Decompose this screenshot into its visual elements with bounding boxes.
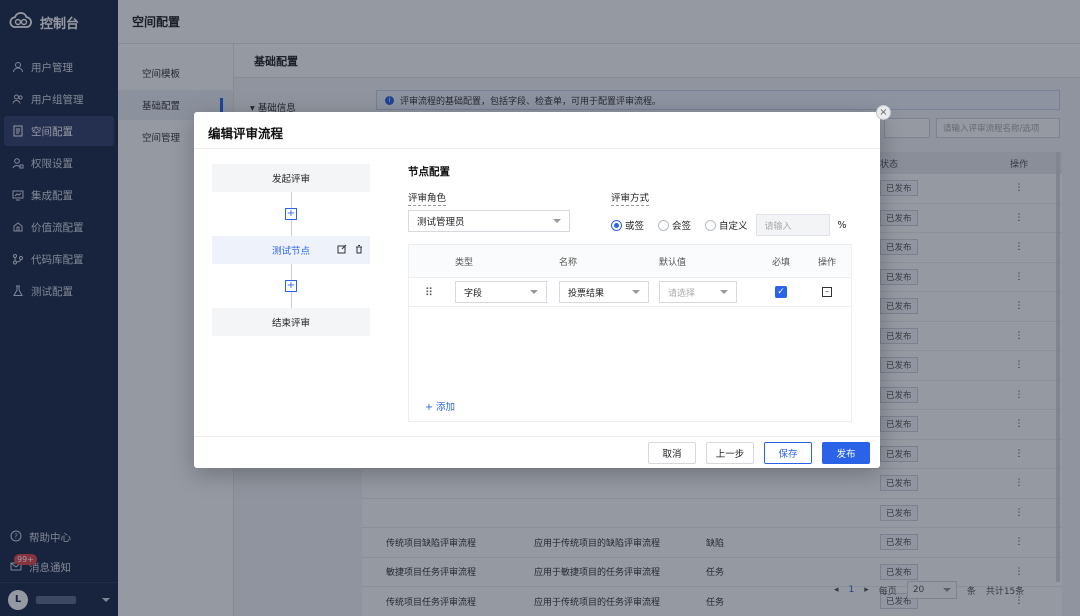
radio-label: 或签 <box>625 221 645 232</box>
flow-node-label: 测试节点 <box>271 246 310 257</box>
role-label: 评审角色 <box>408 193 447 206</box>
type-select[interactable]: 字段 <box>455 281 547 303</box>
publish-button[interactable]: 发布 <box>822 442 870 464</box>
gh-type: 类型 <box>455 257 474 268</box>
radio-label: 自定义 <box>719 221 748 232</box>
method-label: 评审方式 <box>611 193 650 206</box>
flow-node-label: 发起评审 <box>271 174 310 185</box>
close-icon[interactable]: × <box>876 105 891 120</box>
g-op-cell: – <box>803 287 851 297</box>
add-field-link[interactable]: + 添加 <box>425 399 455 413</box>
grid-row: ⠿ 字段 投票结果 请选择 ✓ – <box>409 277 851 307</box>
g-default-cell: 请选择 <box>659 281 759 303</box>
role-select[interactable]: 测试管理员 <box>408 210 570 232</box>
flow-connector: + <box>212 192 370 236</box>
flow-node-end[interactable]: 结束评审 <box>212 308 370 336</box>
cancel-button[interactable]: 取消 <box>648 442 696 464</box>
caret-down-icon <box>632 290 640 294</box>
required-checkbox[interactable]: ✓ <box>775 286 787 298</box>
flow-node-start[interactable]: 发起评审 <box>212 164 370 192</box>
gh-name: 名称 <box>559 257 578 268</box>
footer-divider <box>194 436 880 437</box>
field-grid: 类型 名称 默认值 必填 操作 ⠿ 字段 投票结果 请选择 ✓ – + 添加 <box>408 244 852 422</box>
type-value: 字段 <box>464 288 483 299</box>
previous-step-button[interactable]: 上一步 <box>706 442 754 464</box>
add-node-plus-icon[interactable]: + <box>285 208 297 220</box>
node-actions <box>337 244 364 257</box>
flow-editor: 发起评审 + 测试节点 + 结束评审 <box>212 164 370 336</box>
name-value: 投票结果 <box>568 288 605 299</box>
radio-off-icon <box>705 219 717 231</box>
add-node-plus-icon[interactable]: + <box>285 280 297 292</box>
gh-default: 默认值 <box>659 257 687 268</box>
g-type-cell: 字段 <box>455 281 559 303</box>
caret-down-icon <box>553 219 561 223</box>
caret-down-icon <box>720 290 728 294</box>
trash-icon[interactable] <box>354 244 364 257</box>
g-name-cell: 投票结果 <box>559 281 659 303</box>
modal-title: 编辑评审流程 <box>208 126 284 141</box>
radio-or-sign[interactable]: 或签 <box>611 218 644 232</box>
flow-node-label: 结束评审 <box>271 318 310 329</box>
g-req-cell: ✓ <box>759 286 803 298</box>
radio-co-sign[interactable]: 会签 <box>658 218 691 232</box>
modal-divider <box>194 148 880 149</box>
radio-on-icon <box>611 219 622 231</box>
node-config-panel: 节点配置 评审角色 测试管理员 评审方式 或签 会签 自定义 请输入 % 类型 … <box>408 164 852 422</box>
grid-header: 类型 名称 默认值 必填 操作 <box>409 245 851 277</box>
method-radio-group: 或签 会签 自定义 请输入 % <box>611 214 847 236</box>
save-button[interactable]: 保存 <box>764 442 812 464</box>
radio-off-icon <box>658 219 670 231</box>
default-select[interactable]: 请选择 <box>659 281 737 303</box>
drag-handle-icon[interactable]: ⠿ <box>409 286 455 299</box>
gh-op: 操作 <box>817 257 836 268</box>
name-select[interactable]: 投票结果 <box>559 281 649 303</box>
flow-connector: + <box>212 264 370 308</box>
edit-review-flow-modal: 编辑评审流程 发起评审 + 测试节点 + 结束评审 节点配置 评审角色 测试管理… <box>194 112 880 468</box>
gh-required: 必填 <box>771 257 790 268</box>
radio-custom[interactable]: 自定义 <box>705 218 748 232</box>
edit-icon[interactable] <box>337 244 347 257</box>
percent-sign: % <box>837 219 847 231</box>
caret-down-icon <box>530 290 538 294</box>
flow-node-test[interactable]: 测试节点 <box>212 236 370 264</box>
custom-placeholder: 请输入 <box>764 221 792 232</box>
custom-percent-input[interactable]: 请输入 <box>755 214 830 236</box>
radio-label: 会签 <box>672 221 692 232</box>
node-config-title: 节点配置 <box>408 166 450 178</box>
remove-row-icon[interactable]: – <box>822 287 832 297</box>
role-value: 测试管理员 <box>417 217 465 228</box>
default-placeholder: 请选择 <box>668 288 696 299</box>
